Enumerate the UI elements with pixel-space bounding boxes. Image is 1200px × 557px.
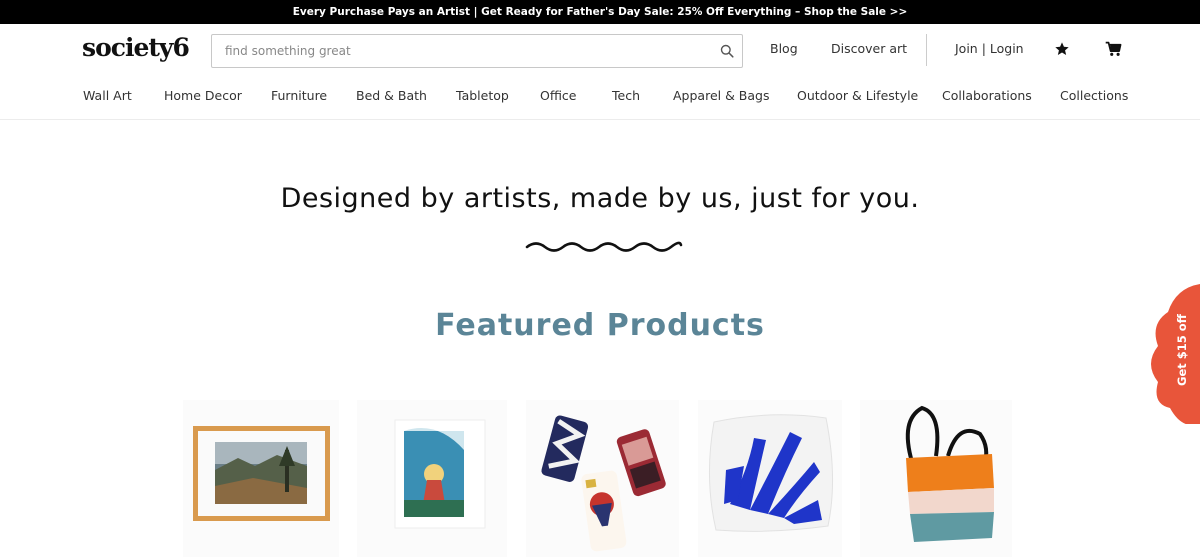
hero-tagline: Designed by artists, made by us, just fo… bbox=[280, 183, 920, 214]
product-image bbox=[394, 419, 486, 529]
category-nav: Wall Art Home Decor Furniture Bed & Bath… bbox=[0, 76, 1200, 120]
product-throw-pillow[interactable] bbox=[698, 400, 842, 557]
nav-item-tech[interactable]: Tech bbox=[612, 88, 640, 103]
nav-item-home-decor[interactable]: Home Decor bbox=[164, 88, 242, 103]
nav-item-bed-bath[interactable]: Bed & Bath bbox=[356, 88, 427, 103]
blog-link[interactable]: Blog bbox=[770, 41, 798, 56]
site-header: society6 Blog Discover art Join | Login bbox=[0, 24, 1200, 76]
nav-item-collections[interactable]: Collections bbox=[1060, 88, 1128, 103]
product-image bbox=[193, 426, 330, 521]
squiggle-divider bbox=[525, 241, 683, 252]
search-icon[interactable] bbox=[712, 36, 742, 66]
product-tote-bag[interactable] bbox=[860, 400, 1012, 557]
nav-item-tabletop[interactable]: Tabletop bbox=[456, 88, 509, 103]
promo-banner[interactable]: Every Purchase Pays an Artist | Get Read… bbox=[0, 0, 1200, 24]
nav-item-wall-art[interactable]: Wall Art bbox=[83, 88, 132, 103]
search-bar[interactable] bbox=[211, 34, 743, 68]
product-image bbox=[541, 415, 666, 552]
product-image bbox=[708, 414, 834, 532]
join-login-link[interactable]: Join | Login bbox=[955, 41, 1024, 56]
product-art-print[interactable] bbox=[357, 400, 507, 557]
promo-tab-label[interactable]: Get $15 off bbox=[1175, 314, 1189, 386]
product-phone-cases[interactable] bbox=[526, 400, 679, 557]
product-image bbox=[905, 405, 994, 542]
nav-item-furniture[interactable]: Furniture bbox=[271, 88, 327, 103]
search-input[interactable] bbox=[212, 36, 712, 66]
discover-art-link[interactable]: Discover art bbox=[831, 41, 907, 56]
nav-item-outdoor-lifestyle[interactable]: Outdoor & Lifestyle bbox=[797, 88, 918, 103]
featured-products-title: Featured Products bbox=[435, 308, 765, 343]
nav-item-collaborations[interactable]: Collaborations bbox=[942, 88, 1032, 103]
promo-tab[interactable]: Get $15 off bbox=[1167, 300, 1197, 400]
star-icon[interactable] bbox=[1052, 38, 1072, 60]
promo-banner-text[interactable]: Every Purchase Pays an Artist | Get Read… bbox=[293, 6, 908, 18]
product-framed-art-print[interactable] bbox=[183, 400, 339, 557]
logo[interactable]: society6 bbox=[82, 33, 190, 62]
header-divider bbox=[926, 34, 927, 66]
nav-item-office[interactable]: Office bbox=[540, 88, 577, 103]
nav-item-apparel-bags[interactable]: Apparel & Bags bbox=[673, 88, 769, 103]
cart-icon[interactable] bbox=[1103, 38, 1123, 60]
